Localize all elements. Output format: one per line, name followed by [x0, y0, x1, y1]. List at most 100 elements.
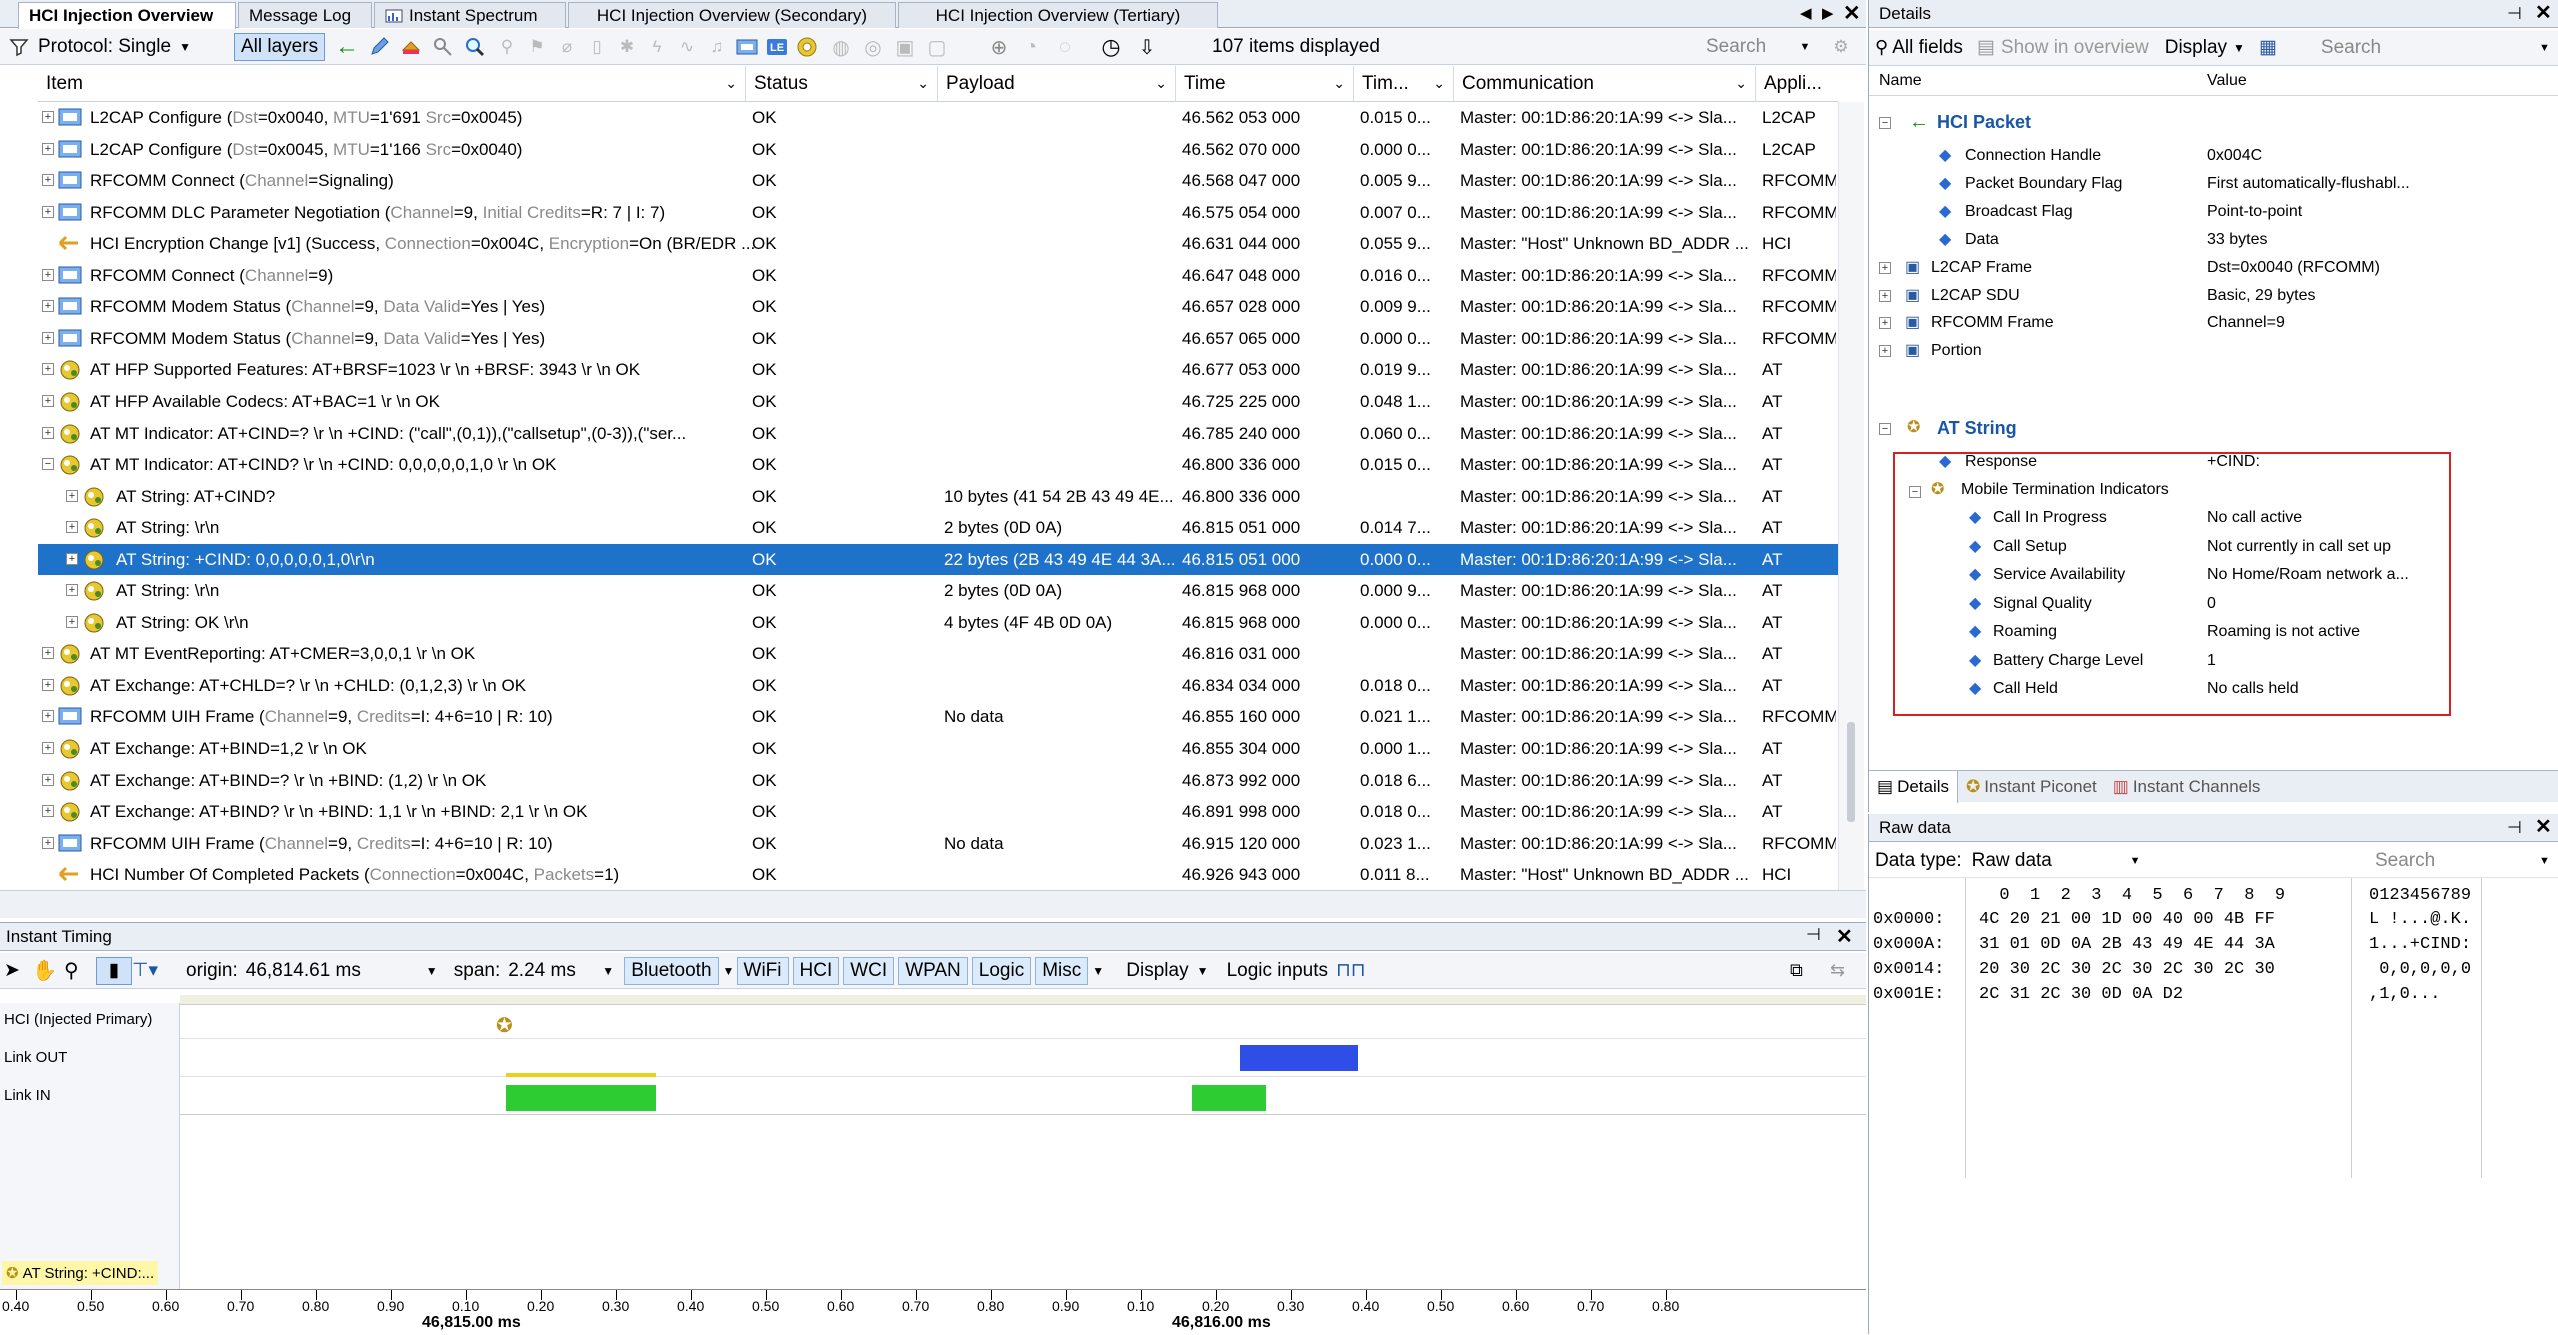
flag-icon[interactable]: ⚑: [524, 33, 550, 61]
table-row[interactable]: − AT MT Indicator: AT+CIND? \r \n +CIND: …: [38, 449, 1838, 481]
table-row[interactable]: + AT String: OK \r\n OK 4 bytes (4F 4B 0D 0…: [38, 607, 1838, 639]
globe-icon[interactable]: ◍: [828, 33, 854, 61]
chip-misc[interactable]: Misc: [1035, 956, 1089, 985]
tab-instant-channels[interactable]: ▥ Instant Channels: [2105, 771, 2269, 803]
hex-ascii[interactable]: 1...+CIND:: [2369, 935, 2471, 954]
expand-icon[interactable]: +: [1879, 289, 1891, 302]
origin-value[interactable]: 46,814.61 ms: [246, 960, 426, 982]
expand-icon[interactable]: +: [42, 205, 54, 218]
marker-icon[interactable]: ⊤▾: [132, 959, 180, 982]
all-fields-button[interactable]: All fields: [1892, 37, 1963, 59]
expand-icon[interactable]: +: [42, 111, 54, 123]
table-row[interactable]: + RFCOMM Modem Status (Channel=9, Data Va…: [38, 323, 1838, 355]
tab-hci-injection-overview-secondary[interactable]: HCI Injection Overview (Secondary): [568, 2, 896, 28]
expand-icon[interactable]: +: [66, 584, 78, 597]
pin-icon[interactable]: ⊣: [2507, 0, 2522, 28]
close-icon[interactable]: ✕: [2535, 0, 2552, 27]
field-name[interactable]: Packet Boundary Flag: [1965, 170, 2122, 198]
at-command-icon[interactable]: [794, 33, 820, 61]
chevron-down-icon[interactable]: ▼: [602, 964, 624, 978]
chevron-down-icon[interactable]: ▼: [2233, 41, 2245, 55]
table-row[interactable]: + RFCOMM UIH Frame (Channel=9, Credits=I:…: [38, 701, 1838, 733]
table-row[interactable]: + AT String: AT+CIND? OK 10 bytes (41 54 2B…: [38, 481, 1838, 513]
at-event-marker-icon[interactable]: ✪: [496, 1013, 513, 1038]
mti-node[interactable]: Mobile Termination Indicators: [1961, 476, 2169, 504]
group-name[interactable]: Portion: [1931, 337, 1982, 365]
pointer-icon[interactable]: ➤: [4, 959, 32, 982]
span-value[interactable]: 2.24 ms: [508, 960, 602, 982]
all-layers-button[interactable]: All layers: [234, 33, 326, 61]
table-row[interactable]: + RFCOMM UIH Frame (Channel=9, Credits=I:…: [38, 828, 1838, 860]
back-arrow-icon[interactable]: ←: [334, 33, 360, 61]
pin-icon[interactable]: ⊣: [1806, 925, 1821, 945]
chip-bluetooth[interactable]: Bluetooth: [624, 956, 719, 985]
link-out-packet-bar[interactable]: [1240, 1045, 1358, 1071]
field-name[interactable]: Connection Handle: [1965, 142, 2101, 170]
details-search-input[interactable]: Search: [2321, 37, 2381, 59]
column-view-icon[interactable]: ▮: [96, 956, 132, 985]
disconnect-icon[interactable]: ⌀: [554, 33, 580, 61]
tab-details[interactable]: ▤ Details: [1869, 770, 1959, 803]
expand-icon[interactable]: +: [42, 773, 54, 786]
hci-packet-node[interactable]: HCI Packet: [1937, 108, 2031, 136]
expand-icon[interactable]: +: [42, 647, 54, 660]
table-row[interactable]: + AT Exchange: AT+BIND=? \r \n +BIND: (1,…: [38, 765, 1838, 797]
column-header-application[interactable]: Appli...: [1756, 66, 1838, 102]
show-in-overview-button[interactable]: Show in overview: [2001, 37, 2149, 59]
table-row[interactable]: + L2CAP Configure (Dst=0x0040, MTU=1'691 …: [38, 102, 1838, 134]
chevron-down-icon[interactable]: ▼: [2539, 855, 2550, 867]
audio-wave-icon[interactable]: ∿: [674, 33, 700, 61]
column-header-payload[interactable]: Payload ⌄: [938, 66, 1176, 102]
search-options-icon[interactable]: ⚙: [1826, 33, 1856, 61]
music-icon[interactable]: ♫: [704, 33, 730, 61]
logic-inputs-button[interactable]: Logic inputs: [1227, 960, 1328, 982]
expand-icon[interactable]: +: [42, 836, 54, 849]
tab-message-log[interactable]: Message Log: [238, 2, 372, 28]
at-string-node[interactable]: AT String: [1937, 414, 2017, 442]
table-row[interactable]: + AT String: \r\n OK 2 bytes (0D 0A) 46.815 …: [38, 575, 1838, 607]
tab-hci-injection-overview[interactable]: HCI Injection Overview: [18, 2, 236, 29]
table-row[interactable]: + RFCOMM Connect (Channel=Signaling) OK 46.…: [38, 165, 1838, 197]
expand-icon[interactable]: +: [42, 678, 54, 691]
signal-icon[interactable]: ϟ: [644, 33, 670, 61]
expand-icon[interactable]: +: [42, 268, 54, 281]
device-icon[interactable]: ▯: [584, 33, 610, 61]
chip-hci[interactable]: HCI: [792, 956, 840, 985]
group-name[interactable]: L2CAP Frame: [1931, 254, 2032, 282]
expand-icon[interactable]: +: [42, 805, 54, 818]
hex-bytes[interactable]: 20 30 2C 30 2C 30 2C 30 2C 30: [1979, 960, 2275, 979]
vertical-scrollbar[interactable]: [1838, 102, 1864, 890]
horizontal-scrollbar[interactable]: [0, 890, 1866, 918]
indicator-name[interactable]: Call Held: [1993, 675, 2058, 703]
expand-icon[interactable]: +: [42, 174, 54, 187]
chip-logic[interactable]: Logic: [971, 956, 1032, 985]
expand-icon[interactable]: +: [66, 615, 78, 628]
clock-icon[interactable]: ◷: [1098, 33, 1124, 61]
tab-instant-piconet[interactable]: ✪ Instant Piconet: [1958, 771, 2105, 803]
chevron-down-icon[interactable]: ▼: [723, 964, 737, 978]
column-header-time[interactable]: Time ⌄: [1176, 66, 1354, 102]
column-header-item[interactable]: Item ⌄: [38, 66, 746, 102]
expand-icon[interactable]: +: [42, 142, 54, 155]
chip-icon[interactable]: ▣: [892, 33, 918, 61]
expand-icon[interactable]: +: [42, 742, 54, 754]
zoom-icon[interactable]: ◎: [860, 33, 886, 61]
chip-wci[interactable]: WCI: [843, 956, 895, 985]
hex-bytes[interactable]: 4C 20 21 00 1D 00 40 00 4B FF: [1979, 910, 2275, 929]
pencil-icon[interactable]: [366, 33, 392, 61]
expand-icon[interactable]: +: [42, 331, 54, 344]
world-icon[interactable]: ⊕: [986, 33, 1012, 61]
save-icon[interactable]: ▦: [2259, 36, 2277, 59]
tab-hci-injection-overview-tertiary[interactable]: HCI Injection Overview (Tertiary): [898, 2, 1218, 28]
group-name[interactable]: RFCOMM Frame: [1931, 309, 2054, 337]
search-dropdown-icon[interactable]: ▼: [1796, 33, 1814, 61]
selected-event-label[interactable]: ✪ AT String: +CIND:...: [2, 1261, 159, 1285]
connection-icon[interactable]: ▢: [924, 33, 950, 61]
expand-icon[interactable]: +: [42, 394, 54, 407]
export-icon[interactable]: ⇩: [1134, 33, 1160, 61]
expand-icon[interactable]: +: [66, 521, 78, 534]
zoom-icon[interactable]: ⚲: [64, 958, 96, 983]
filter-icon[interactable]: ⚲: [1875, 37, 1888, 58]
tab-scroll-right-icon[interactable]: ▶: [1822, 4, 1834, 22]
column-header-communication[interactable]: Communication ⌄: [1454, 66, 1756, 102]
